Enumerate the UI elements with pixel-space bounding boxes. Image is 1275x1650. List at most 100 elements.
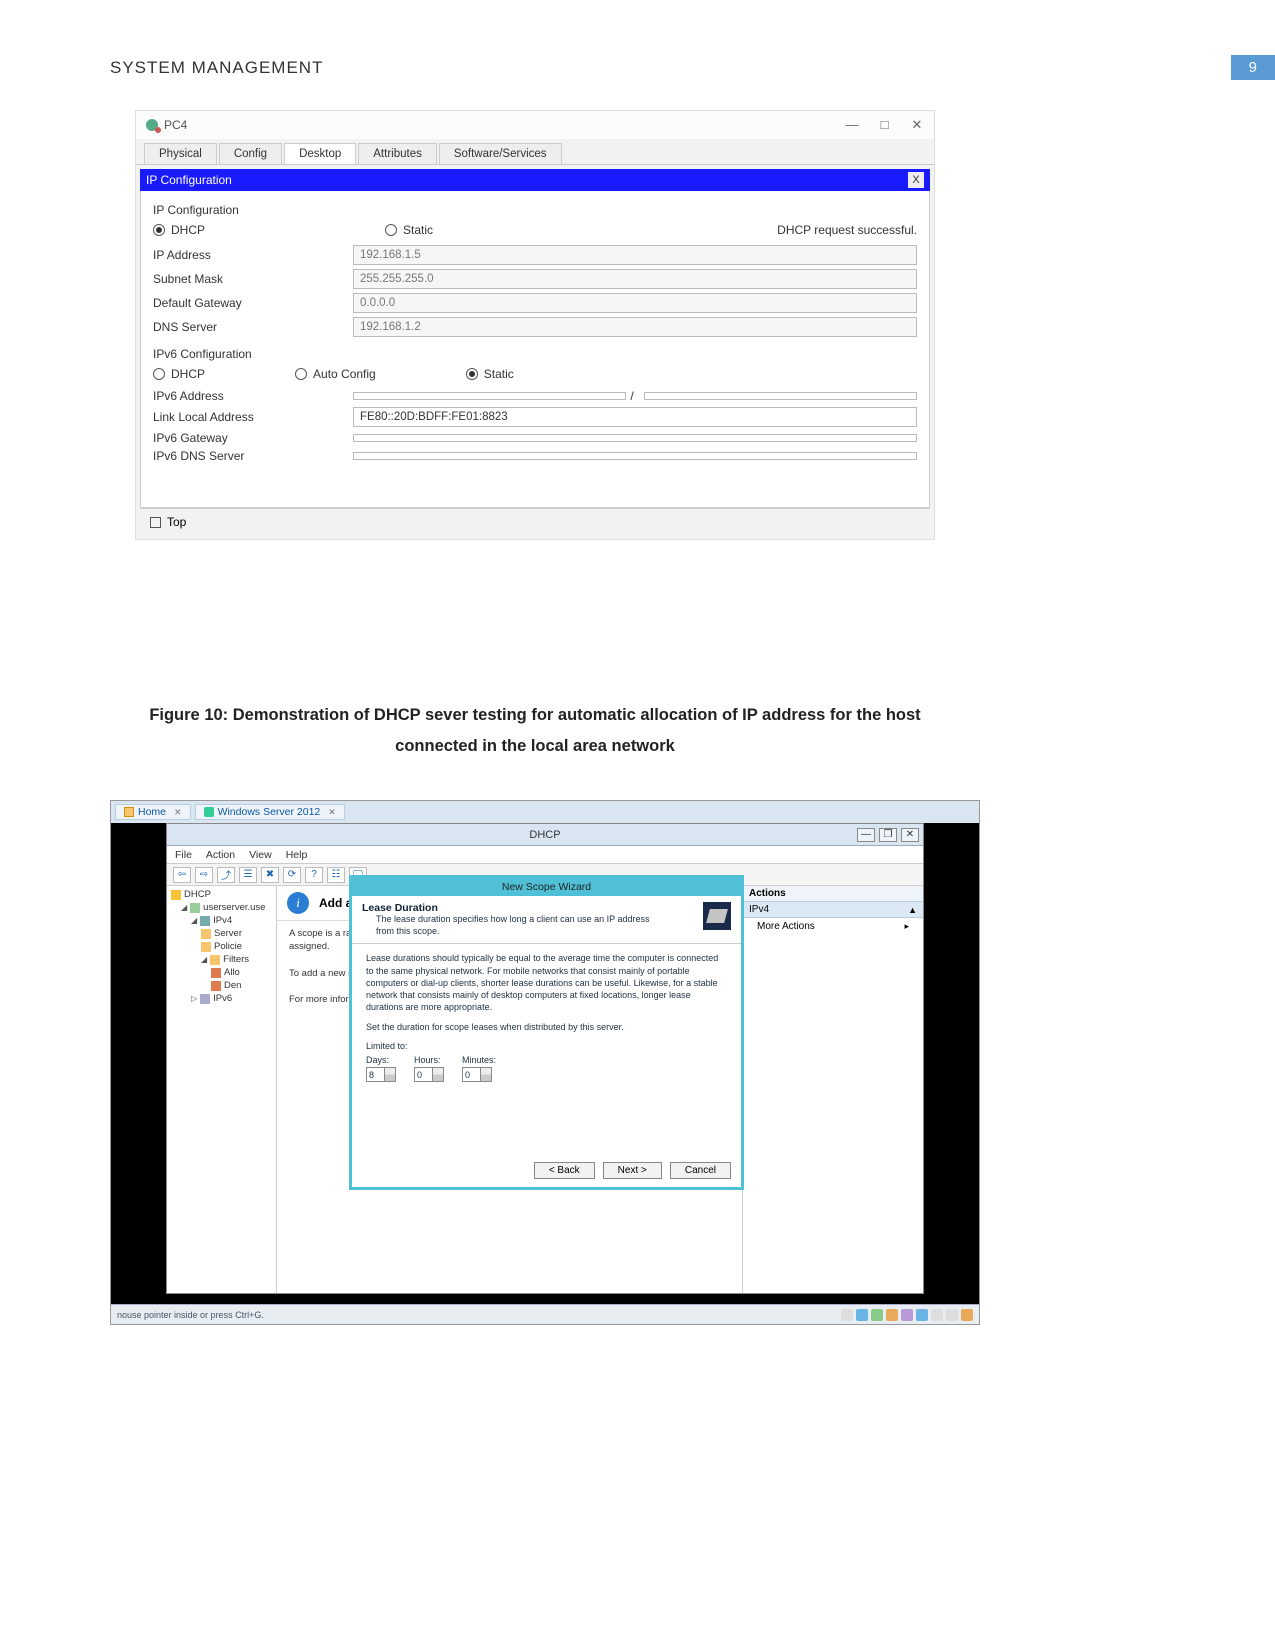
radio-static-label: Static: [403, 223, 433, 237]
pt-logo-icon: [146, 119, 158, 131]
back-icon[interactable]: ⇦: [173, 867, 191, 883]
lla-field[interactable]: FE80::20D:BDFF:FE01:8823: [353, 407, 917, 427]
days-spinner[interactable]: 8: [366, 1067, 396, 1082]
ipv6-addr-label: IPv6 Address: [153, 389, 353, 403]
windows-server-screenshot: Home✕ Windows Server 2012 ✕ DHCP — ❐ ✕ Fi…: [110, 800, 980, 1325]
gateway-field[interactable]: 0.0.0.0: [353, 293, 917, 313]
tray-icon[interactable]: [856, 1309, 868, 1321]
minimize-icon[interactable]: —: [857, 828, 875, 842]
minutes-spinner[interactable]: 0: [462, 1067, 492, 1082]
help-icon[interactable]: ?: [305, 867, 323, 883]
letterbox-left: [111, 823, 166, 1294]
vm-tab-server-label: Windows Server 2012: [218, 806, 321, 818]
refresh-icon[interactable]: ⟳: [283, 867, 301, 883]
radio-icon: [153, 224, 165, 236]
close-icon[interactable]: ✕: [328, 807, 336, 818]
props-icon[interactable]: ☰: [239, 867, 257, 883]
tree-item[interactable]: Allo: [171, 966, 276, 979]
tree-ipv6[interactable]: ▷IPv6: [171, 992, 276, 1005]
menu-view[interactable]: View: [249, 849, 272, 861]
ipv6-gw-field[interactable]: [353, 434, 917, 442]
menu-file[interactable]: File: [175, 849, 192, 861]
tab-software-services[interactable]: Software/Services: [439, 143, 562, 164]
letterbox-right: [924, 823, 979, 1294]
tree-root[interactable]: DHCP: [171, 888, 276, 901]
tray-icon[interactable]: [961, 1309, 973, 1321]
top-label: Top: [167, 515, 186, 529]
close-icon[interactable]: ✕: [910, 118, 924, 132]
ip-address-field[interactable]: 192.168.1.5: [353, 245, 917, 265]
vm-tabs: Home✕ Windows Server 2012 ✕: [111, 801, 979, 823]
tray-icon[interactable]: [916, 1309, 928, 1321]
dhcp-window-title: DHCP: [529, 829, 560, 841]
actions-row-ipv4[interactable]: IPv4▲: [743, 902, 923, 918]
menu-help[interactable]: Help: [286, 849, 308, 861]
maximize-icon[interactable]: □: [878, 118, 892, 132]
next-button[interactable]: Next >: [603, 1162, 662, 1179]
ipv6-static-label: Static: [484, 367, 514, 381]
days-label: Days:: [366, 1055, 396, 1065]
hours-spinner[interactable]: 0: [414, 1067, 444, 1082]
ipconfig-close-button[interactable]: X: [908, 172, 924, 188]
vm-status-bar: nouse pointer inside or press Ctrl+G.: [111, 1304, 979, 1324]
delete-icon[interactable]: ✖: [261, 867, 279, 883]
up-icon[interactable]: ⤴: [217, 867, 235, 883]
subnet-field[interactable]: 255.255.255.0: [353, 269, 917, 289]
ipv6-radio-dhcp[interactable]: DHCP: [153, 367, 205, 381]
tree-server[interactable]: ◢userserver.use: [171, 901, 276, 914]
actions-panel: Actions IPv4▲ More Actions▸: [743, 886, 923, 1293]
tree-ipv4-label: IPv4: [213, 915, 232, 926]
tree-item[interactable]: Den: [171, 979, 276, 992]
server-icon: [190, 903, 200, 913]
ipv6-prefix-field[interactable]: [644, 392, 917, 400]
back-button[interactable]: < Back: [534, 1162, 595, 1179]
vm-tab-server[interactable]: Windows Server 2012 ✕: [195, 804, 345, 820]
radio-icon: [153, 368, 165, 380]
tree-server-label: userserver.use: [203, 902, 265, 913]
tray-icon[interactable]: [871, 1309, 883, 1321]
minimize-icon[interactable]: —: [845, 118, 859, 132]
dns-field[interactable]: 192.168.1.2: [353, 317, 917, 337]
radio-dhcp[interactable]: DHCP: [153, 223, 205, 237]
home-icon: [124, 807, 134, 817]
tab-desktop[interactable]: Desktop: [284, 143, 356, 164]
wizard-title: New Scope Wizard: [352, 878, 741, 896]
ipv6-radio-auto[interactable]: Auto Config: [295, 367, 376, 381]
cancel-button[interactable]: Cancel: [670, 1162, 731, 1179]
tray-icon[interactable]: [901, 1309, 913, 1321]
tray-icon[interactable]: [841, 1309, 853, 1321]
radio-icon: [466, 368, 478, 380]
ipv6-radio-static[interactable]: Static: [466, 367, 514, 381]
ipv6-dns-field[interactable]: [353, 452, 917, 460]
tree-item[interactable]: Policie: [171, 940, 276, 953]
tray-icon[interactable]: [931, 1309, 943, 1321]
page-number: 9: [1231, 55, 1275, 80]
restore-icon[interactable]: ❐: [879, 828, 897, 842]
forward-icon[interactable]: ⇨: [195, 867, 213, 883]
tree-item[interactable]: Server: [171, 927, 276, 940]
tray-icon[interactable]: [886, 1309, 898, 1321]
actions-more[interactable]: More Actions▸: [743, 918, 923, 935]
tree-ipv4[interactable]: ◢IPv4: [171, 914, 276, 927]
vm-tab-home[interactable]: Home✕: [115, 804, 191, 820]
tab-physical[interactable]: Physical: [144, 143, 217, 164]
packet-tracer-window: PC4 — □ ✕ Physical Config Desktop Attrib…: [135, 110, 935, 540]
close-icon[interactable]: ✕: [901, 828, 919, 842]
tab-attributes[interactable]: Attributes: [358, 143, 437, 164]
top-checkbox[interactable]: [150, 517, 161, 528]
menu-action[interactable]: Action: [206, 849, 235, 861]
tray-icon[interactable]: [946, 1309, 958, 1321]
status-text: nouse pointer inside or press Ctrl+G.: [117, 1310, 264, 1320]
ipv6-dns-label: IPv6 DNS Server: [153, 449, 353, 463]
list-icon[interactable]: ☷: [327, 867, 345, 883]
close-icon[interactable]: ✕: [174, 807, 182, 818]
radio-static[interactable]: Static: [385, 223, 433, 237]
ipv6-addr-field[interactable]: [353, 392, 626, 400]
tree-filters[interactable]: ◢Filters: [171, 953, 276, 966]
info-icon: i: [287, 892, 309, 914]
tab-config[interactable]: Config: [219, 143, 282, 164]
ipconfig-panel: IP Configuration DHCP Static DHCP reques…: [140, 191, 930, 508]
ipv6-gw-label: IPv6 Gateway: [153, 431, 353, 445]
folder-icon: [201, 942, 211, 952]
deny-icon: [211, 981, 221, 991]
